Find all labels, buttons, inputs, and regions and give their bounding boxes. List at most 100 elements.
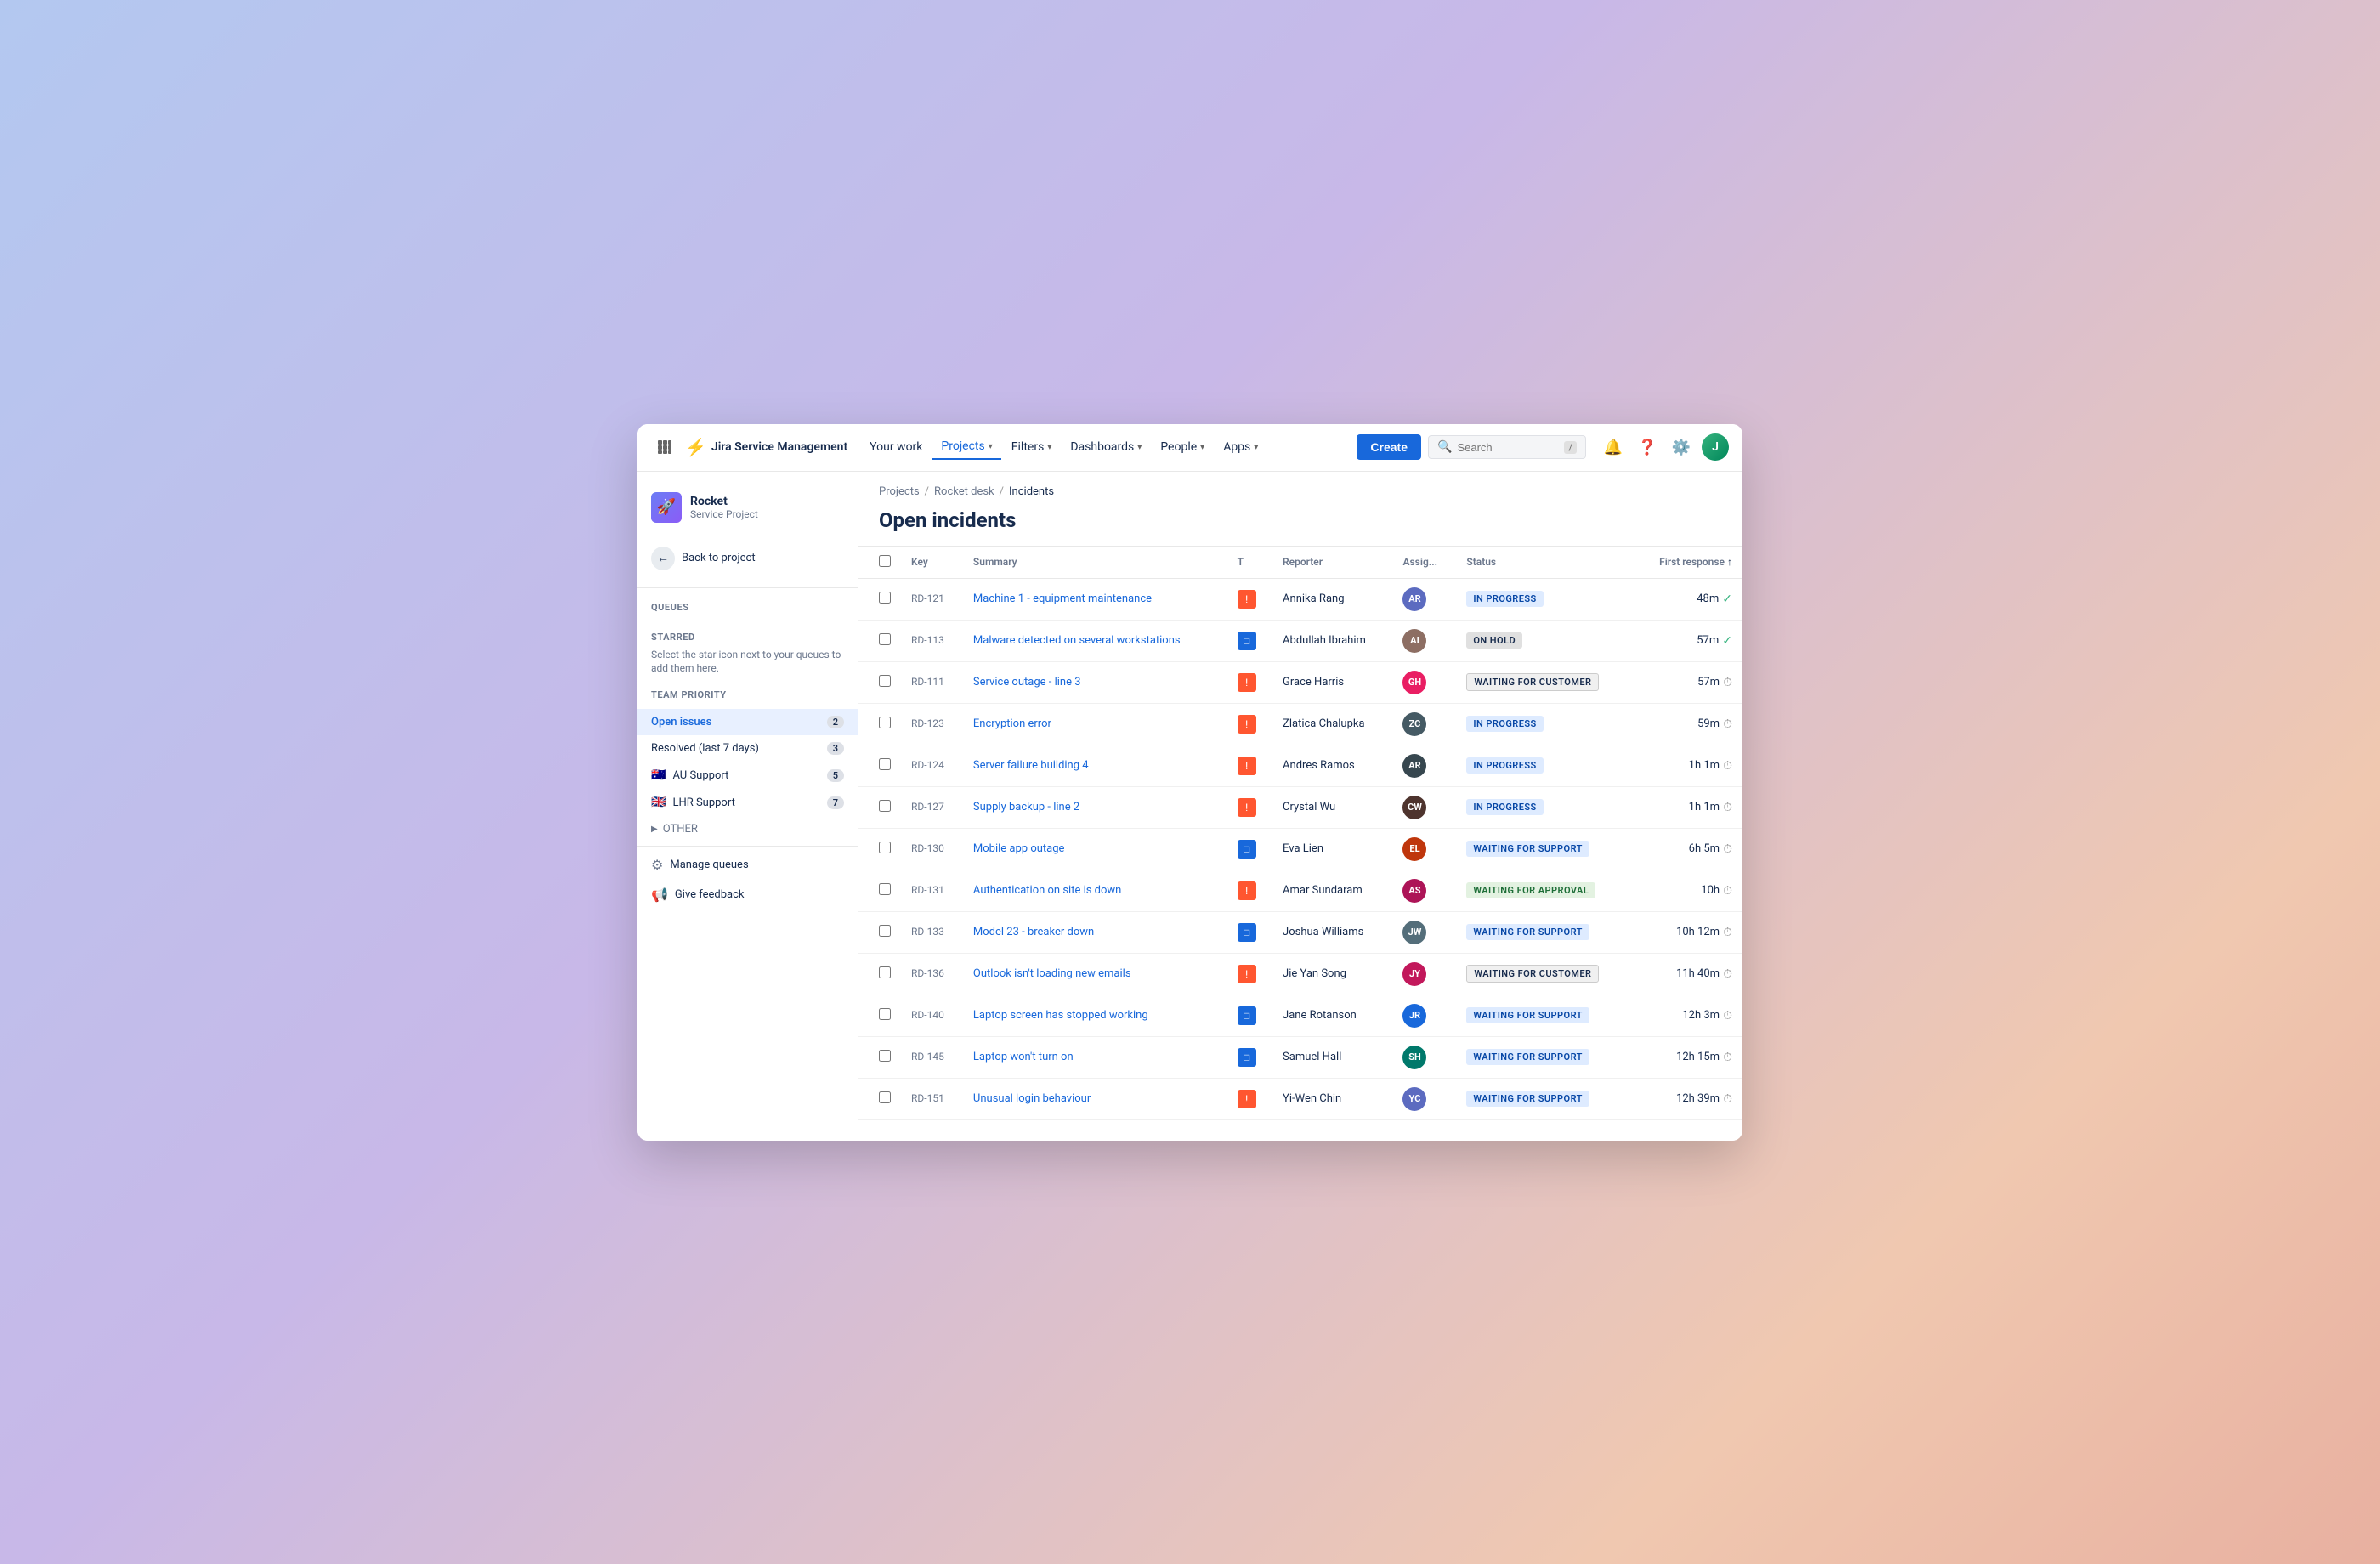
select-all-checkbox[interactable] bbox=[879, 555, 891, 567]
row-checkbox[interactable] bbox=[879, 1050, 891, 1062]
row-first-response: 57m ✓ bbox=[1634, 620, 1742, 661]
incident-type-icon: ! bbox=[1238, 673, 1256, 692]
sidebar-give-feedback[interactable]: 📢 Give feedback bbox=[638, 880, 858, 910]
nav-item-filters[interactable]: Filters ▾ bbox=[1003, 435, 1061, 459]
row-checkbox[interactable] bbox=[879, 675, 891, 687]
row-assignee: AS bbox=[1392, 870, 1456, 911]
issue-link[interactable]: Authentication on site is down bbox=[973, 884, 1121, 897]
resolved-label: Resolved (last 7 days) bbox=[651, 742, 759, 755]
row-summary: Laptop screen has stopped working bbox=[963, 994, 1227, 1036]
search-input[interactable] bbox=[1457, 441, 1559, 454]
sidebar-item-resolved[interactable]: Resolved (last 7 days) 3 bbox=[638, 735, 858, 762]
row-assignee: AI bbox=[1392, 620, 1456, 661]
sidebar-item-au-support[interactable]: 🇦🇺 AU Support 5 bbox=[638, 762, 858, 789]
row-status: WAITING FOR SUPPORT bbox=[1456, 911, 1634, 953]
settings-button[interactable]: ⚙️ bbox=[1668, 434, 1695, 461]
row-key: RD-145 bbox=[901, 1036, 963, 1078]
nav-item-apps[interactable]: Apps ▾ bbox=[1215, 435, 1266, 459]
sidebar-item-open-issues[interactable]: Open issues 2 bbox=[638, 709, 858, 735]
assignee-avatar: JW bbox=[1402, 921, 1426, 944]
sidebar-other-section[interactable]: ▶ OTHER bbox=[638, 816, 858, 842]
lhr-support-label: LHR Support bbox=[672, 796, 734, 809]
row-checkbox[interactable] bbox=[879, 966, 891, 978]
issue-link[interactable]: Unusual login behaviour bbox=[973, 1092, 1091, 1105]
user-avatar[interactable]: J bbox=[1702, 434, 1729, 461]
row-checkbox-cell bbox=[858, 745, 901, 786]
row-status: IN PROGRESS bbox=[1456, 786, 1634, 828]
app-window: ⚡ Jira Service Management Your work Proj… bbox=[638, 424, 1742, 1141]
row-checkbox[interactable] bbox=[879, 842, 891, 853]
issue-link[interactable]: Model 23 - breaker down bbox=[973, 926, 1094, 938]
row-reporter: Abdullah Ibrahim bbox=[1272, 620, 1392, 661]
row-checkbox[interactable] bbox=[879, 925, 891, 937]
assignee-avatar: JY bbox=[1402, 962, 1426, 986]
row-checkbox[interactable] bbox=[879, 800, 891, 812]
row-checkbox[interactable] bbox=[879, 592, 891, 604]
sidebar-team-priority-section: TEAM PRIORITY bbox=[638, 679, 858, 709]
issue-link[interactable]: Machine 1 - equipment maintenance bbox=[973, 592, 1152, 605]
row-checkbox-cell bbox=[858, 703, 901, 745]
row-first-response: 10h 12m ⏱ bbox=[1634, 911, 1742, 953]
row-key: RD-133 bbox=[901, 911, 963, 953]
issue-link[interactable]: Encryption error bbox=[973, 717, 1051, 730]
back-to-project[interactable]: ← Back to project bbox=[638, 540, 858, 577]
sidebar-manage-queues[interactable]: ⚙ Manage queues bbox=[638, 850, 858, 880]
breadcrumb-rocket-desk[interactable]: Rocket desk bbox=[934, 485, 994, 498]
nav-item-projects[interactable]: Projects ▾ bbox=[932, 434, 1000, 460]
issue-link[interactable]: Laptop screen has stopped working bbox=[973, 1009, 1148, 1022]
status-badge: WAITING FOR APPROVAL bbox=[1466, 882, 1595, 898]
notifications-button[interactable]: 🔔 bbox=[1600, 434, 1627, 461]
row-checkbox[interactable] bbox=[879, 633, 891, 645]
row-checkbox[interactable] bbox=[879, 1091, 891, 1103]
resolved-badge: 3 bbox=[827, 742, 844, 755]
row-checkbox[interactable] bbox=[879, 1008, 891, 1020]
assignee-avatar: AI bbox=[1402, 629, 1426, 653]
sidebar-item-lhr-support[interactable]: 🇬🇧 LHR Support 7 bbox=[638, 789, 858, 816]
grid-icon[interactable] bbox=[651, 434, 678, 461]
status-badge: WAITING FOR SUPPORT bbox=[1466, 924, 1589, 940]
issue-link[interactable]: Server failure building 4 bbox=[973, 759, 1089, 772]
issue-link[interactable]: Outlook isn't loading new emails bbox=[973, 967, 1131, 980]
issue-link[interactable]: Service outage - line 3 bbox=[973, 676, 1081, 688]
check-icon: ✓ bbox=[1722, 592, 1732, 606]
row-status: WAITING FOR CUSTOMER bbox=[1456, 953, 1634, 994]
row-first-response: 12h 3m ⏱ bbox=[1634, 994, 1742, 1036]
apps-caret-icon: ▾ bbox=[1254, 443, 1258, 452]
row-reporter: Andres Ramos bbox=[1272, 745, 1392, 786]
issue-link[interactable]: Supply backup - line 2 bbox=[973, 801, 1080, 813]
nav-item-dashboards[interactable]: Dashboards ▾ bbox=[1062, 435, 1150, 459]
row-checkbox-cell bbox=[858, 953, 901, 994]
row-type: □ bbox=[1227, 620, 1272, 661]
first-response-time: 6h 5m bbox=[1689, 842, 1720, 855]
project-info: Rocket Service Project bbox=[690, 495, 758, 520]
issue-link[interactable]: Malware detected on several workstations bbox=[973, 634, 1181, 647]
row-checkbox[interactable] bbox=[879, 883, 891, 895]
project-icon: 🚀 bbox=[651, 492, 682, 523]
breadcrumb-projects[interactable]: Projects bbox=[879, 485, 920, 498]
table-row: RD-133 Model 23 - breaker down □ Joshua … bbox=[858, 911, 1742, 953]
nav-item-your-work[interactable]: Your work bbox=[861, 435, 931, 459]
search-box[interactable]: 🔍 / bbox=[1428, 435, 1586, 459]
assignee-avatar: YC bbox=[1402, 1087, 1426, 1111]
issue-link[interactable]: Mobile app outage bbox=[973, 842, 1065, 855]
help-button[interactable]: ❓ bbox=[1634, 434, 1661, 461]
search-icon: 🔍 bbox=[1437, 440, 1452, 454]
row-assignee: YC bbox=[1392, 1078, 1456, 1119]
nav-items: Your work Projects ▾ Filters ▾ Dashboard… bbox=[861, 434, 1350, 460]
nav-item-people[interactable]: People ▾ bbox=[1152, 435, 1213, 459]
content-area: Projects / Rocket desk / Incidents Open … bbox=[858, 472, 1742, 1141]
row-checkbox[interactable] bbox=[879, 758, 891, 770]
table-row: RD-151 Unusual login behaviour ! Yi-Wen … bbox=[858, 1078, 1742, 1119]
row-status: ON HOLD bbox=[1456, 620, 1634, 661]
create-button[interactable]: Create bbox=[1357, 434, 1421, 460]
row-status: WAITING FOR SUPPORT bbox=[1456, 1036, 1634, 1078]
table-row: RD-127 Supply backup - line 2 ! Crystal … bbox=[858, 786, 1742, 828]
row-checkbox[interactable] bbox=[879, 717, 891, 728]
row-assignee: GH bbox=[1392, 661, 1456, 703]
th-first-response[interactable]: First response bbox=[1634, 546, 1742, 578]
clock-icon: ⏱ bbox=[1723, 717, 1732, 731]
th-reporter: Reporter bbox=[1272, 546, 1392, 578]
row-assignee: CW bbox=[1392, 786, 1456, 828]
issue-link[interactable]: Laptop won't turn on bbox=[973, 1051, 1074, 1063]
nav-logo[interactable]: ⚡ Jira Service Management bbox=[685, 437, 847, 457]
